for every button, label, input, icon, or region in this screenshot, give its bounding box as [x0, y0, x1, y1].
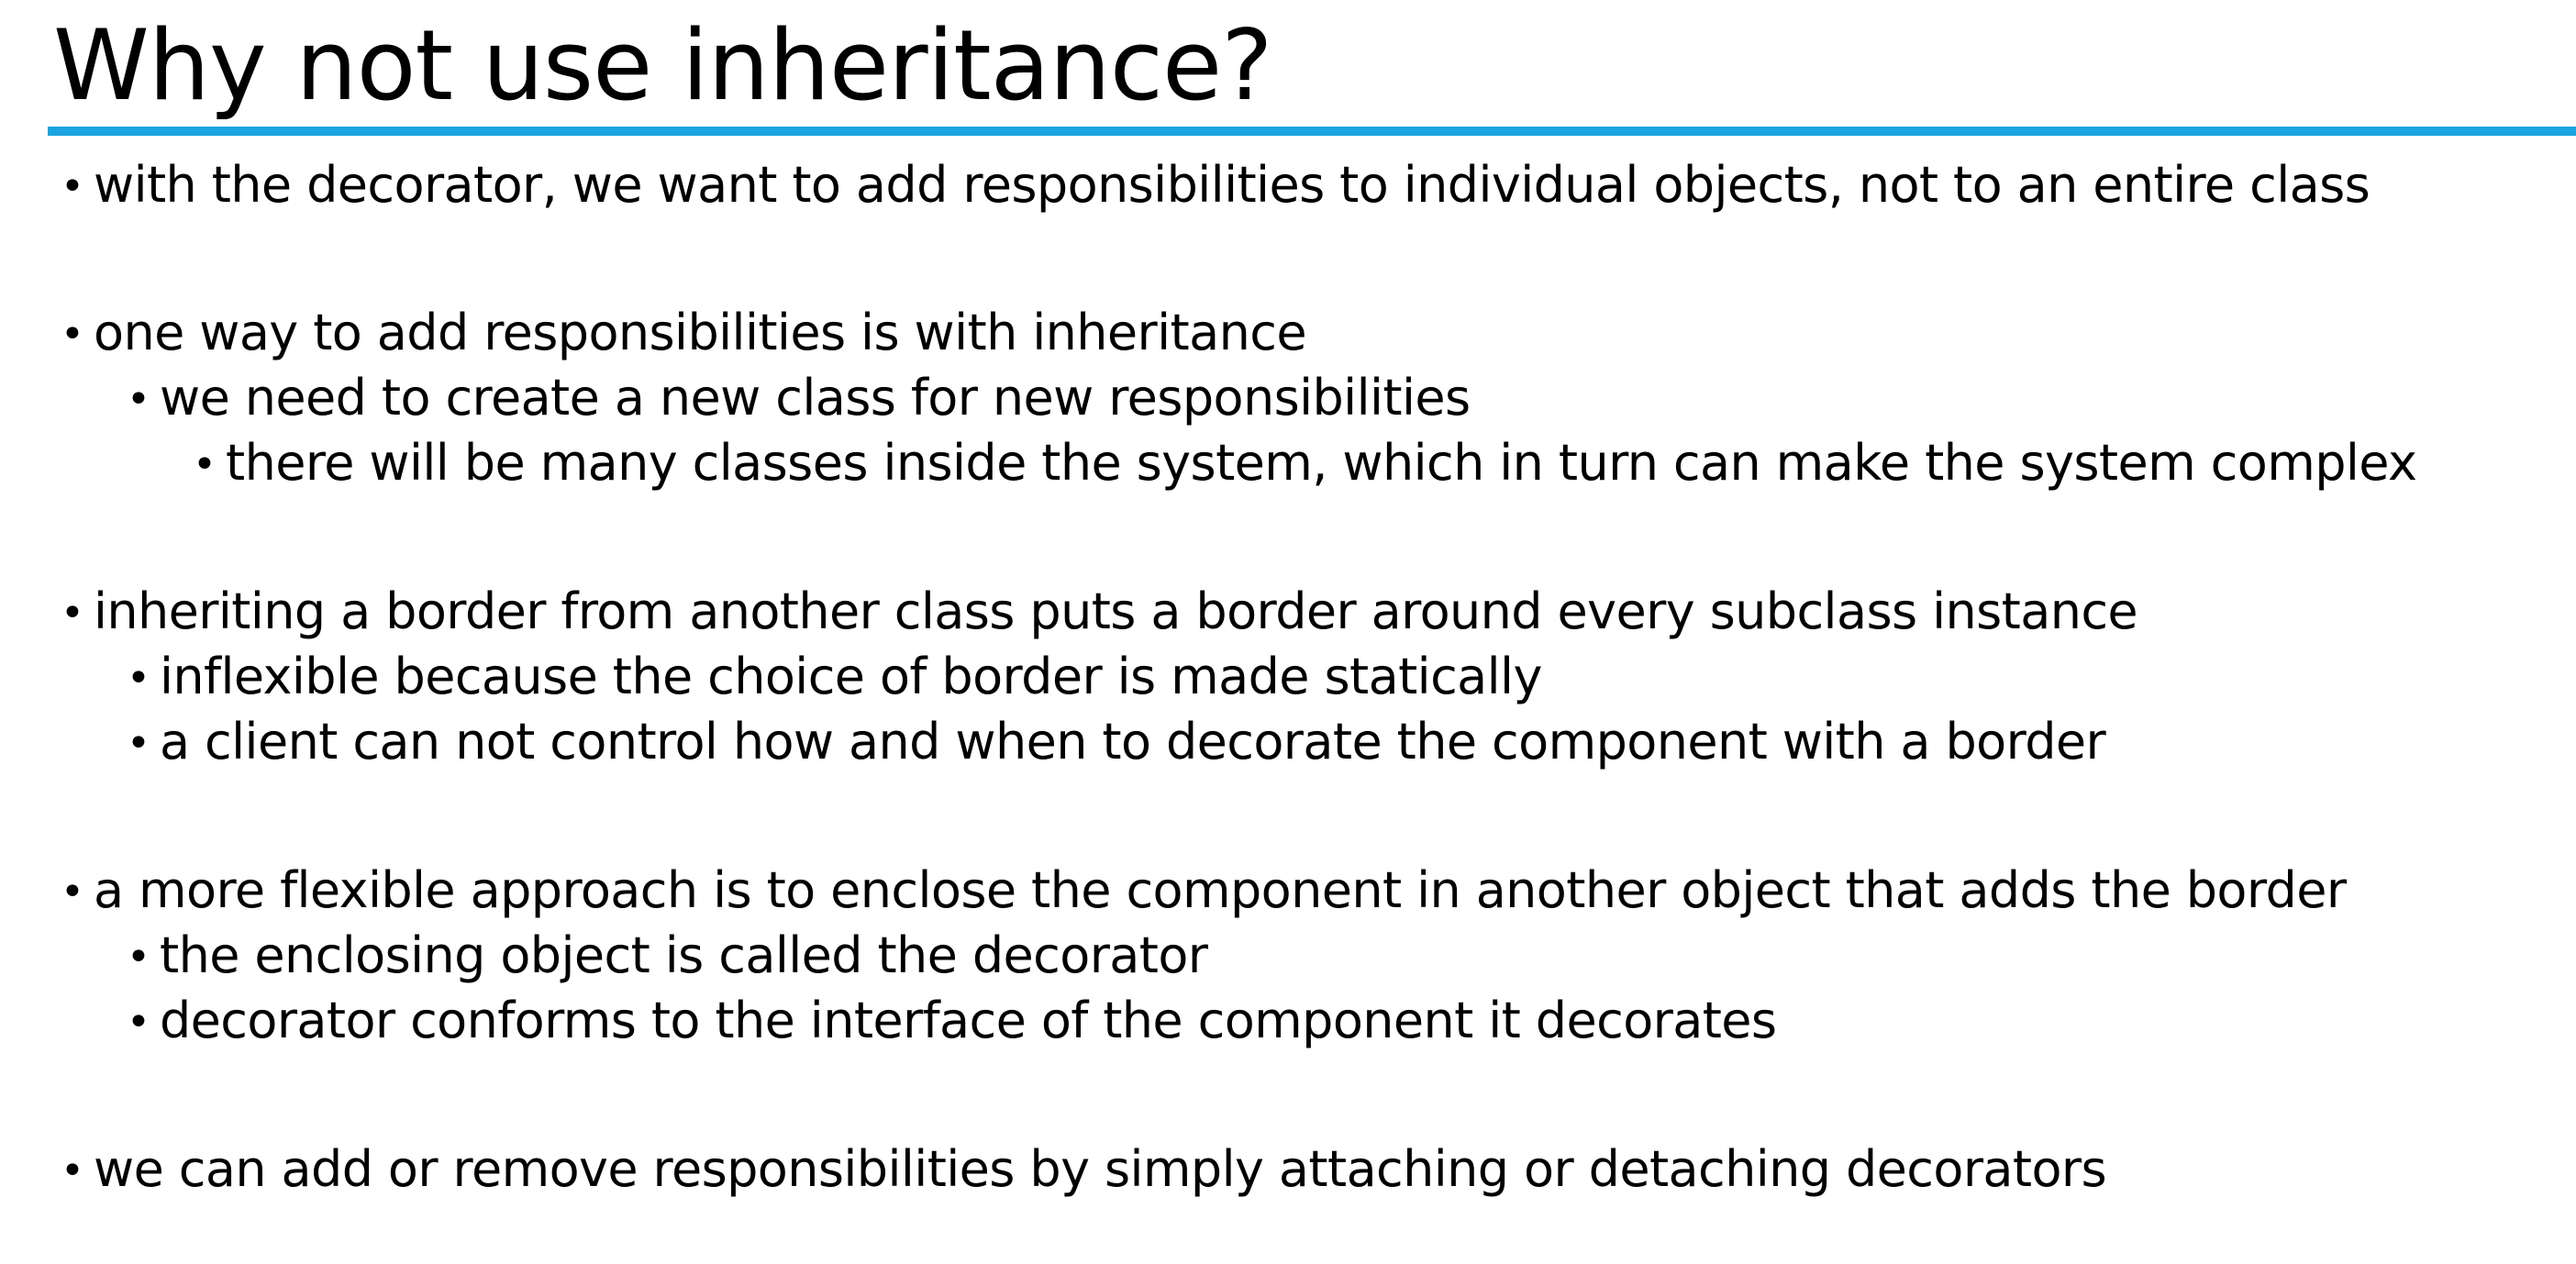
sub-bullet-item: • we need to create a new class for new r…	[127, 367, 1471, 431]
bullet-marker: •	[61, 869, 84, 915]
bullet-text: decorator conforms to the interface of t…	[160, 992, 1777, 1049]
bullet-marker: •	[127, 376, 150, 423]
bullet-item: • a more flexible approach is to enclose …	[61, 859, 2347, 924]
bullet-item: • one way to add responsibilities is with…	[61, 302, 1307, 366]
bullet-text: a more flexible approach is to enclose t…	[94, 861, 2347, 919]
bullet-marker: •	[127, 934, 150, 981]
sub-sub-bullet-item: • there will be many classes inside the s…	[193, 432, 2417, 496]
bullet-text: the enclosing object is called the decor…	[160, 926, 1208, 984]
bullet-text: we can add or remove responsibilities by…	[94, 1140, 2107, 1198]
bullet-item: • with the decorator, we want to add resp…	[61, 154, 2371, 218]
sub-bullet-item: • the enclosing object is called the deco…	[127, 925, 1208, 989]
bullet-marker: •	[61, 590, 84, 637]
sub-bullet-item: • a client can not control how and when t…	[127, 711, 2106, 775]
bullet-marker: •	[61, 163, 84, 210]
bullet-marker: •	[61, 311, 84, 358]
slide-title: Why not use inheritance?	[53, 9, 1273, 122]
bullet-marker: •	[193, 441, 217, 488]
bullet-text: one way to add responsibilities is with …	[94, 304, 1307, 361]
bullet-text: we need to create a new class for new re…	[160, 369, 1471, 427]
bullet-item: • we can add or remove responsibilities b…	[61, 1138, 2107, 1203]
bullet-marker: •	[61, 1148, 84, 1194]
bullet-text: a client can not control how and when to…	[160, 713, 2106, 771]
bullet-text: inflexible because the choice of border …	[160, 648, 1542, 705]
sub-bullet-item: • decorator conforms to the interface of …	[127, 990, 1777, 1054]
bullet-item: • inheriting a border from another class …	[61, 581, 2138, 645]
bullet-marker: •	[127, 999, 150, 1046]
sub-bullet-item: • inflexible because the choice of border…	[127, 646, 1542, 710]
bullet-text: there will be many classes inside the sy…	[226, 434, 2417, 492]
bullet-text: inheriting a border from another class p…	[94, 582, 2138, 640]
bullet-text: with the decorator, we want to add respo…	[94, 156, 2371, 214]
bullet-marker: •	[127, 655, 150, 702]
title-underline	[48, 127, 2576, 136]
bullet-marker: •	[127, 720, 150, 767]
